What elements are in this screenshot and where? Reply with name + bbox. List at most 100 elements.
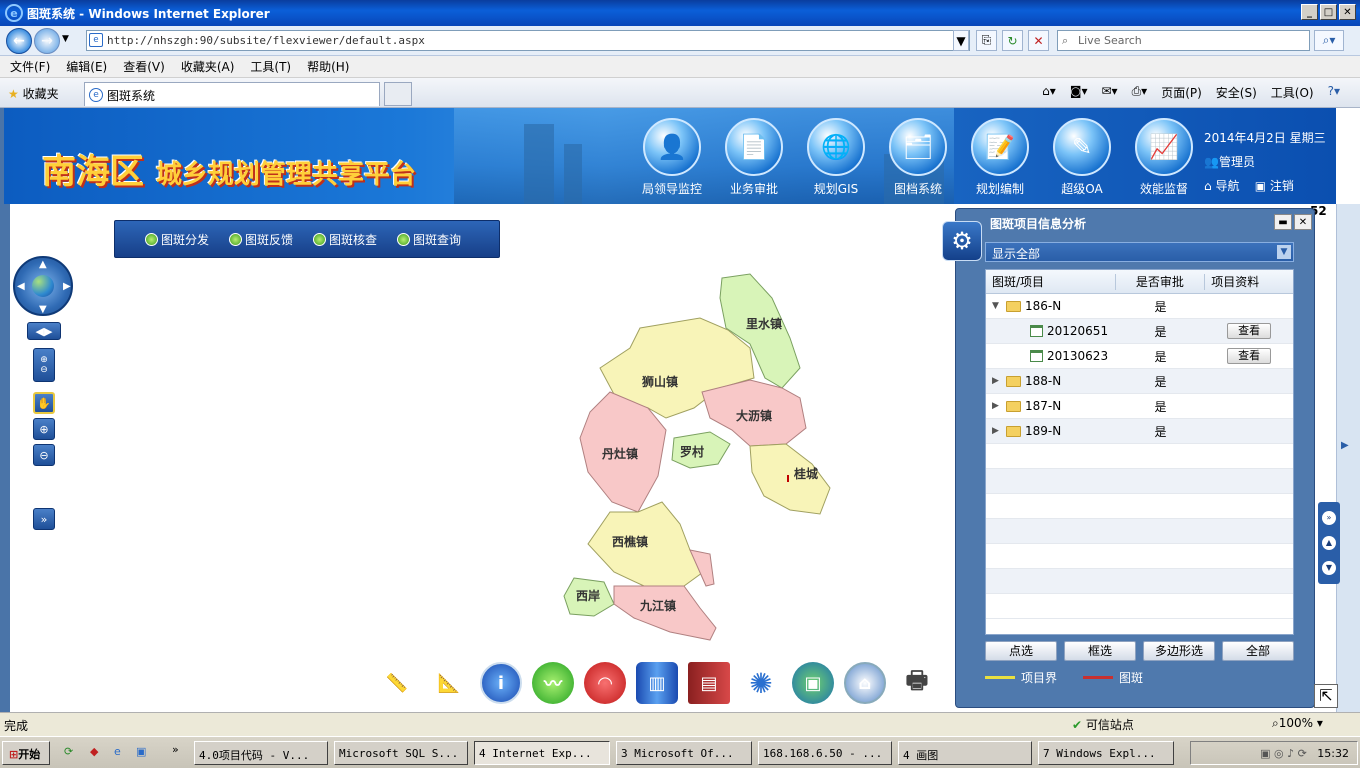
- taskbar-item[interactable]: 168.168.6.50 - ...: [758, 741, 892, 765]
- view-button[interactable]: 查看: [1227, 323, 1272, 339]
- new-tab-button[interactable]: [384, 82, 412, 106]
- collapse-arrow-icon[interactable]: ▶: [992, 426, 1002, 436]
- menu-view[interactable]: 查看(V): [123, 58, 165, 75]
- panel-minimize-button[interactable]: ▬: [1274, 214, 1292, 230]
- triangle-ruler-icon[interactable]: 📐: [428, 662, 470, 704]
- taskbar-item[interactable]: 3 Microsoft Of...: [616, 741, 752, 765]
- address-input[interactable]: e http://nhszgh:90/subsite/flexviewer/de…: [86, 30, 970, 51]
- start-button[interactable]: ⊞开始: [2, 741, 50, 765]
- table-row[interactable]: ▶ 187-N 是: [986, 394, 1293, 419]
- home-icon[interactable]: ⌂▾: [1042, 84, 1056, 101]
- history-dropdown-icon[interactable]: ▼: [62, 34, 69, 44]
- menu-edit[interactable]: 编辑(E): [66, 58, 107, 75]
- tool-distribute[interactable]: 图斑分发: [145, 231, 209, 248]
- quicklaunch-icon[interactable]: ▣: [136, 745, 146, 758]
- pan-hand-icon[interactable]: ✋: [33, 392, 55, 414]
- book-icon[interactable]: ▤: [688, 662, 730, 704]
- menu-favorites[interactable]: 收藏夹(A): [181, 58, 235, 75]
- taskbar-item[interactable]: 4 画图: [898, 741, 1032, 765]
- measure-line-icon[interactable]: 〰: [532, 662, 574, 704]
- tool-feedback[interactable]: 图斑反馈: [229, 231, 293, 248]
- tools-menu[interactable]: 工具(O): [1271, 84, 1314, 101]
- address-dropdown-button[interactable]: ▼: [953, 30, 969, 51]
- prev-next-extent-icon[interactable]: ◀▶: [27, 322, 61, 340]
- table-row[interactable]: ▶ 189-N 是: [986, 419, 1293, 444]
- quicklaunch-icon[interactable]: ⟳: [64, 745, 73, 758]
- browser-tab[interactable]: e 图斑系统: [84, 82, 380, 106]
- resize-corner-icon[interactable]: ⇱: [1314, 684, 1338, 708]
- nav-business-approval[interactable]: 📄 业务审批: [722, 118, 786, 197]
- arrow-up-icon[interactable]: ▲: [1322, 535, 1336, 550]
- table-row[interactable]: ▶ 188-N 是: [986, 369, 1293, 394]
- compat-view-icon[interactable]: ⎘: [976, 30, 997, 51]
- safety-menu[interactable]: 安全(S): [1216, 84, 1257, 101]
- back-button[interactable]: ←: [6, 28, 32, 54]
- collapse-right-icon[interactable]: ▶: [1341, 440, 1349, 451]
- print-icon[interactable]: ⎙▾: [1132, 84, 1148, 101]
- info-icon[interactable]: i: [480, 662, 522, 704]
- expand-panel-icon[interactable]: »: [33, 508, 55, 530]
- nav-link[interactable]: ⌂ 导航: [1204, 179, 1239, 193]
- pan-up-icon[interactable]: ▲: [39, 259, 47, 270]
- polygon-select-button[interactable]: 多边形选: [1143, 641, 1215, 661]
- arrow-down-icon[interactable]: ▼: [1322, 560, 1336, 575]
- taskbar-item[interactable]: Microsoft SQL S...: [334, 741, 468, 765]
- nav-super-oa[interactable]: ✎ 超级OA: [1050, 118, 1114, 197]
- table-row[interactable]: ▼ 186-N 是: [986, 294, 1293, 319]
- nav-planning-compile[interactable]: 📝 规划编制: [968, 118, 1032, 197]
- nav-planning-gis[interactable]: 🌐 规划GIS: [804, 118, 868, 197]
- expand-arrow-icon[interactable]: ▼: [992, 301, 1002, 311]
- box-select-button[interactable]: 框选: [1064, 641, 1136, 661]
- favorites-button[interactable]: ★ 收藏夹: [8, 85, 59, 102]
- mail-icon[interactable]: ✉▾: [1101, 84, 1117, 101]
- zoom-in-icon[interactable]: ⊕: [33, 418, 55, 440]
- collapse-arrow-icon[interactable]: ▶: [992, 401, 1002, 411]
- more-quicklaunch-icon[interactable]: »: [172, 743, 179, 756]
- column-header[interactable]: 是否审批: [1116, 273, 1206, 290]
- search-input[interactable]: ⌕ Live Search: [1057, 30, 1310, 51]
- tool-query[interactable]: 图斑查询: [397, 231, 461, 248]
- quicklaunch-ie-icon[interactable]: e: [114, 745, 121, 758]
- measure-area-icon[interactable]: ◠: [584, 662, 626, 704]
- zoom-level[interactable]: ⌕100% ▾: [1272, 716, 1323, 731]
- help-icon[interactable]: ?▾: [1328, 84, 1340, 101]
- collapse-arrow-icon[interactable]: ▶: [992, 376, 1002, 386]
- menu-tools[interactable]: 工具(T): [250, 58, 291, 75]
- select-all-button[interactable]: 全部: [1222, 641, 1294, 661]
- ruler-icon[interactable]: 📏: [376, 662, 418, 704]
- column-header[interactable]: 图斑/项目: [986, 273, 1116, 290]
- nav-efficiency-supervision[interactable]: 📈 效能监督: [1132, 118, 1196, 197]
- panel-close-button[interactable]: ✕: [1294, 214, 1312, 230]
- taskbar-item[interactable]: 7 Windows Expl...: [1038, 741, 1174, 765]
- menu-help[interactable]: 帮助(H): [307, 58, 349, 75]
- stop-icon[interactable]: ✕: [1028, 30, 1049, 51]
- printer-icon[interactable]: 🖶: [896, 662, 938, 704]
- minimize-button[interactable]: _: [1301, 4, 1318, 20]
- district-map[interactable]: 里水镇 狮山镇 大沥镇 丹灶镇 罗村 桂城 西樵镇 西岸 九江镇: [550, 268, 850, 648]
- zoom-out-icon[interactable]: ⊖: [33, 444, 55, 466]
- table-row[interactable]: 20130623 是 查看: [986, 344, 1293, 369]
- quicklaunch-icon[interactable]: ◆: [90, 745, 98, 758]
- overview-icon[interactable]: ▣: [792, 662, 834, 704]
- tool-verify[interactable]: 图斑核查: [313, 231, 377, 248]
- logout-link[interactable]: ▣ 注销: [1255, 179, 1294, 193]
- globe-icon[interactable]: [32, 275, 54, 297]
- pan-control[interactable]: ▲ ▼ ◀ ▶: [13, 256, 73, 316]
- search-button[interactable]: ⌕▾: [1314, 30, 1344, 51]
- taskbar-item[interactable]: 4 Internet Exp...: [474, 741, 610, 765]
- column-header[interactable]: 项目资料: [1205, 274, 1293, 290]
- view-button[interactable]: 查看: [1227, 348, 1272, 364]
- region-jiujiang[interactable]: [613, 585, 717, 641]
- fast-forward-icon[interactable]: »: [1322, 511, 1336, 526]
- close-button[interactable]: ✕: [1339, 4, 1356, 20]
- network-icon[interactable]: ✺: [740, 662, 782, 704]
- pan-down-icon[interactable]: ▼: [39, 304, 47, 315]
- taskbar-item[interactable]: 4.0项目代码 - V...: [194, 741, 328, 765]
- nav-archive-system[interactable]: 🗂 图档系统: [886, 118, 950, 197]
- layers-icon[interactable]: ▥: [636, 662, 678, 704]
- feeds-icon[interactable]: ◙▾: [1070, 84, 1088, 101]
- forward-button[interactable]: →: [34, 28, 60, 54]
- pan-left-icon[interactable]: ◀: [17, 281, 25, 292]
- zoom-slider[interactable]: ⊕ ⊖: [33, 348, 55, 382]
- tray-icons[interactable]: ▣ ◎ ♪ ⟳: [1260, 747, 1314, 760]
